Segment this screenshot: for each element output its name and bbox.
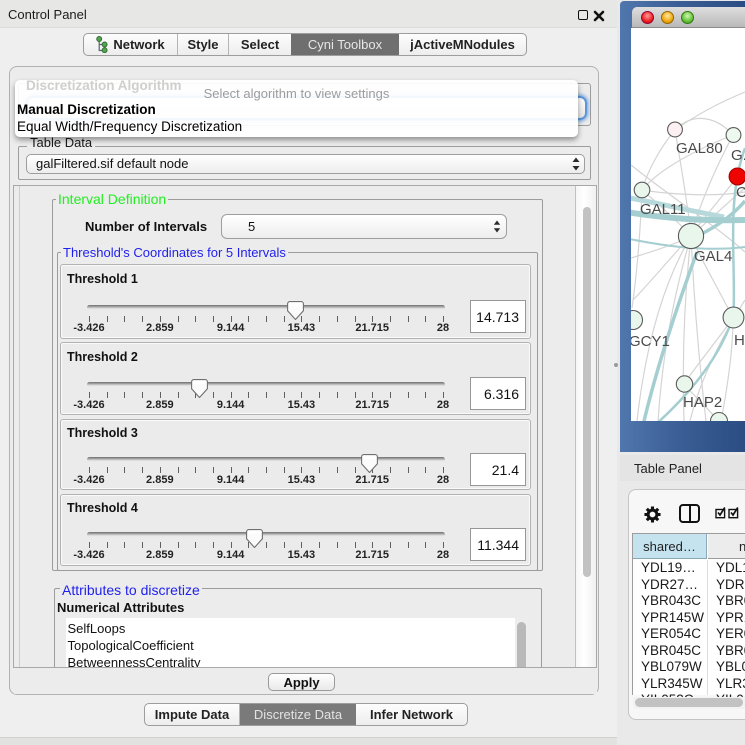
- svg-text:HAP2: HAP2: [683, 394, 722, 411]
- svg-text:GCY1: GCY1: [631, 333, 670, 350]
- svg-text:H: H: [734, 332, 745, 349]
- svg-text:G.: G.: [731, 147, 745, 164]
- svg-text:GAL11: GAL11: [640, 201, 686, 218]
- svg-text:C: C: [736, 184, 745, 201]
- svg-text:GAL80: GAL80: [676, 140, 723, 157]
- svg-text:GAL4: GAL4: [694, 248, 732, 265]
